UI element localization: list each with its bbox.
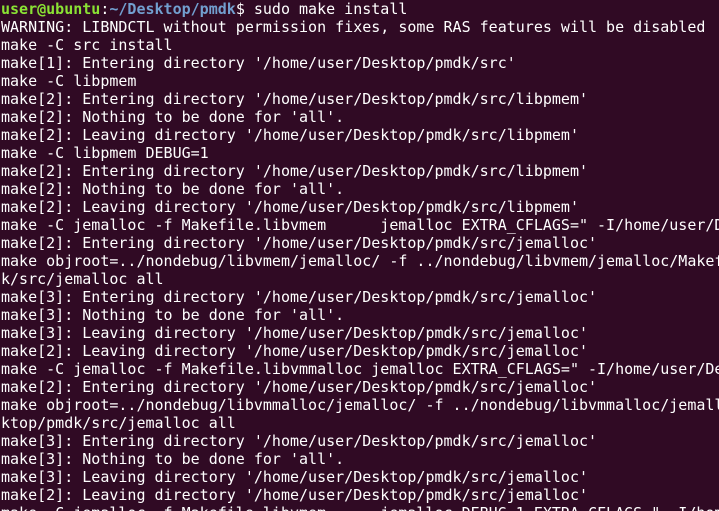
terminal-window[interactable]: user@ubuntu:~/Desktop/pmdk$ sudo make in… <box>0 0 719 511</box>
prompt-user-host: user@ubuntu <box>1 0 101 18</box>
output-line: make[3]: Nothing to be done for 'all'. <box>1 306 345 324</box>
output-line: make[2]: Nothing to be done for 'all'. <box>1 108 345 126</box>
output-line: make[3]: Nothing to be done for 'all'. <box>1 450 345 468</box>
output-line: make[3]: Leaving directory '/home/user/D… <box>1 468 588 486</box>
output-line: make -C libpmem DEBUG=1 <box>1 144 209 162</box>
output-line: WARNING: LIBNDCTL without permission fix… <box>1 18 706 36</box>
output-line: make -C jemalloc -f Makefile.libvmem jem… <box>1 216 719 234</box>
output-line: make -C libpmem <box>1 72 137 90</box>
output-line: make[2]: Entering directory '/home/user/… <box>1 234 598 252</box>
output-line: make[2]: Nothing to be done for 'all'. <box>1 180 345 198</box>
output-line: make -C jemalloc -f Makefile.libvmmalloc… <box>1 360 719 378</box>
output-line: make[2]: Leaving directory '/home/user/D… <box>1 126 579 144</box>
output-line: make[2]: Leaving directory '/home/user/D… <box>1 342 588 360</box>
output-line: make -C src install <box>1 36 173 54</box>
output-line: make[1]: Entering directory '/home/user/… <box>1 54 516 72</box>
output-line: ktop/pmdk/src/jemalloc all <box>1 414 236 432</box>
prompt-symbol: $ <box>235 0 254 18</box>
prompt-line: user@ubuntu:~/Desktop/pmdk$ sudo make in… <box>0 0 719 18</box>
output-line: make[3]: Entering directory '/home/user/… <box>1 432 598 450</box>
prompt-command: sudo make install <box>253 0 408 18</box>
prompt-path: ~/Desktop/pmdk <box>109 0 236 18</box>
output-line: make[2]: Leaving directory '/home/user/D… <box>1 486 588 504</box>
output-line: k/src/jemalloc all <box>1 270 164 288</box>
output-line: make[2]: Entering directory '/home/user/… <box>1 378 598 396</box>
output-line: make objroot=../nondebug/libvmem/jemallo… <box>1 252 719 270</box>
output-line: make[3]: Leaving directory '/home/user/D… <box>1 324 588 342</box>
output-line: make[2]: Leaving directory '/home/user/D… <box>1 198 579 216</box>
output-line: make[2]: Entering directory '/home/user/… <box>1 162 588 180</box>
output-line: make[2]: Entering directory '/home/user/… <box>1 90 588 108</box>
output-line: make objroot=../nondebug/libvmmalloc/jem… <box>1 396 719 414</box>
terminal-output: WARNING: LIBNDCTL without permission fix… <box>0 18 719 511</box>
output-line: make[3]: Entering directory '/home/user/… <box>1 288 598 306</box>
output-line: make -C jemalloc -f Makefile.libvmem jem… <box>0 504 719 511</box>
